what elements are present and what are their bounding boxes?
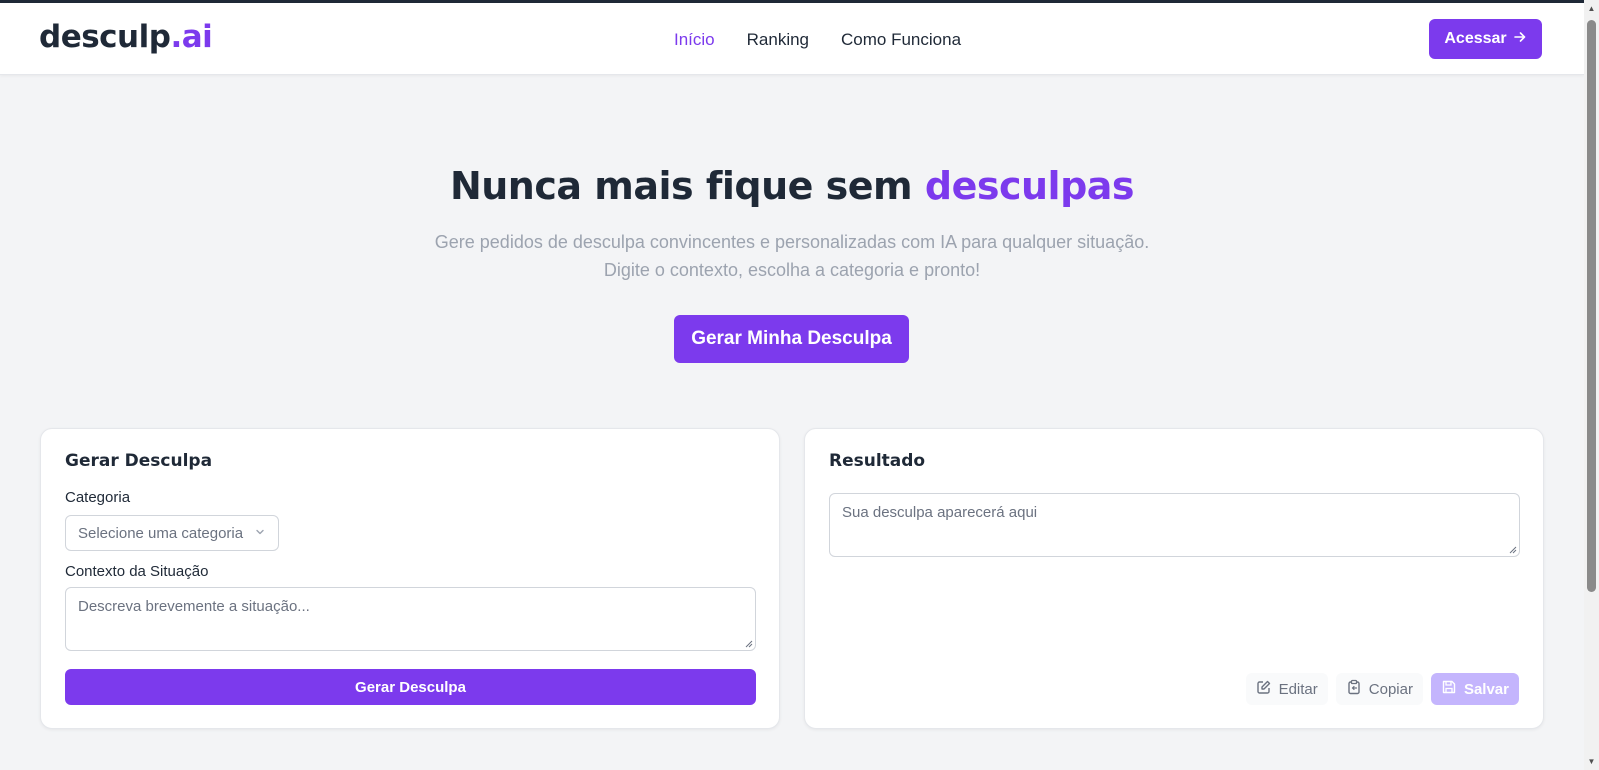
logo[interactable]: desculp.ai	[39, 19, 213, 55]
main-nav: Início Ranking Como Funciona	[674, 30, 961, 50]
generate-my-excuse-button[interactable]: Gerar Minha Desculpa	[674, 315, 909, 363]
hero-title: Nunca mais fique sem desculpas	[0, 164, 1584, 208]
floppy-disk-icon	[1441, 679, 1457, 699]
scroll-up-icon[interactable]: ▲	[1587, 4, 1596, 13]
navbar: desculp.ai Início Ranking Como Funciona …	[0, 3, 1584, 75]
access-button[interactable]: Acessar	[1429, 19, 1542, 59]
chevron-down-icon	[254, 525, 266, 542]
context-placeholder: Descreva brevemente a situação...	[78, 598, 310, 615]
vertical-scrollbar[interactable]: ▲ ▼	[1584, 0, 1599, 770]
category-label: Categoria	[65, 489, 131, 506]
logo-accent: .ai	[170, 19, 213, 55]
nav-link-como-funciona[interactable]: Como Funciona	[841, 30, 961, 50]
context-textarea[interactable]: Descreva brevemente a situação...	[65, 587, 756, 651]
save-button-label: Salvar	[1463, 680, 1509, 698]
access-button-label: Acessar	[1444, 30, 1507, 47]
result-title: Resultado	[829, 451, 926, 471]
arrow-right-icon	[1513, 30, 1527, 49]
hero-subtitle: Gere pedidos de desculpa convincentes e …	[0, 228, 1584, 284]
category-select-placeholder: Selecione uma categoria	[78, 524, 244, 542]
result-textarea[interactable]: Sua desculpa aparecerá aqui	[829, 493, 1520, 557]
copy-button-label: Copiar	[1368, 680, 1413, 698]
scroll-down-icon[interactable]: ▼	[1587, 757, 1596, 766]
copy-button[interactable]: Copiar	[1335, 673, 1423, 705]
result-actions: Editar Copiar Salvar	[1245, 673, 1519, 705]
generate-excuse-button[interactable]: Gerar Desculpa	[65, 669, 756, 705]
nav-link-inicio[interactable]: Início	[674, 30, 715, 50]
nav-link-ranking[interactable]: Ranking	[747, 30, 809, 50]
resize-grip-icon[interactable]	[744, 639, 753, 648]
save-button[interactable]: Salvar	[1430, 673, 1519, 705]
generator-title: Gerar Desculpa	[65, 451, 213, 471]
hero-subtitle-line-2: Digite o contexto, escolha a categoria e…	[603, 260, 981, 280]
edit-button[interactable]: Editar	[1245, 673, 1328, 705]
result-placeholder: Sua desculpa aparecerá aqui	[842, 504, 1038, 521]
hero-subtitle-line-1: Gere pedidos de desculpa convincentes e …	[434, 232, 1150, 252]
edit-button-label: Editar	[1278, 680, 1318, 698]
generator-card: Gerar Desculpa Categoria Selecione uma c…	[40, 428, 780, 729]
logo-main: desculp	[39, 19, 171, 55]
resize-grip-icon[interactable]	[1508, 545, 1517, 554]
clipboard-icon	[1346, 679, 1362, 699]
hero-title-main: Nunca mais fique sem	[449, 164, 913, 208]
hero-title-accent: desculpas	[924, 164, 1135, 208]
context-label: Contexto da Situação	[65, 563, 209, 580]
scrollbar-thumb[interactable]	[1587, 20, 1596, 592]
category-select[interactable]: Selecione uma categoria	[65, 515, 279, 551]
result-card: Resultado Sua desculpa aparecerá aqui Ed…	[804, 428, 1544, 729]
pencil-square-icon	[1256, 679, 1272, 699]
